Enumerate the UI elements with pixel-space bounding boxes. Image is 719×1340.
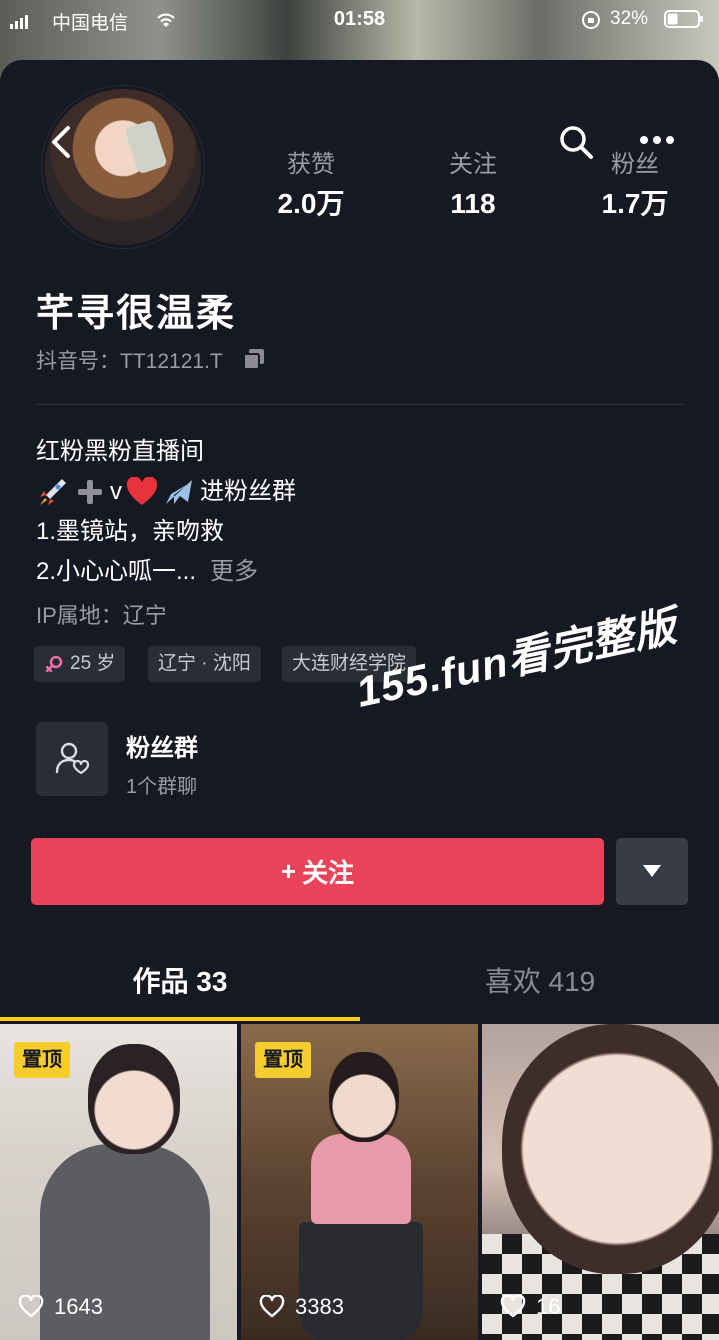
status-bar: 中国电信 01:58 32%	[0, 0, 719, 40]
profile-card: 获赞 2.0万 关注 118 粉丝 1.7万 芊寻很温柔 抖音号：TT12121…	[0, 60, 719, 1340]
bio-more-link[interactable]: 更多	[210, 558, 258, 585]
video-likes-count: 1643	[54, 1294, 103, 1319]
plus-icon	[78, 480, 102, 504]
bio-line: v 进粉丝群	[36, 472, 296, 512]
stat-likes[interactable]: 获赞 2.0万	[246, 148, 376, 226]
pinned-badge: 置顶	[255, 1042, 311, 1078]
back-icon[interactable]	[44, 122, 80, 162]
battery-percent: 32%	[610, 8, 649, 29]
video-thumbnail[interactable]: 置顶 1643	[0, 1024, 237, 1340]
stat-followers[interactable]: 粉丝 1.7万	[570, 148, 700, 226]
ip-location: IP属地：辽宁	[36, 603, 167, 628]
thumbnail-figure	[329, 1052, 399, 1142]
copy-icon[interactable]	[242, 347, 266, 371]
thumbnail-figure	[299, 1222, 423, 1340]
follow-label: 关注	[302, 858, 355, 888]
stat-label: 获赞	[287, 151, 335, 178]
fans-group-subtitle: 1个群聊	[126, 776, 198, 798]
stat-label: 关注	[449, 151, 497, 178]
thumbnail-figure	[311, 1134, 411, 1224]
tag-label: 25 岁	[70, 653, 116, 674]
bio-line: 红粉黑粉直播间	[36, 438, 204, 465]
video-likes-count: 16	[536, 1294, 561, 1319]
divider	[36, 404, 684, 405]
pinned-badge: 置顶	[14, 1042, 70, 1078]
watermark: 155.fun看完整版	[352, 601, 681, 716]
thumbnail-figure	[88, 1044, 180, 1154]
douyin-id: 抖音号：TT12121.T	[36, 350, 223, 373]
tag-location: 辽宁 · 沈阳	[148, 646, 261, 682]
fans-group-icon	[55, 742, 90, 775]
recommend-dropdown-button[interactable]	[616, 838, 688, 905]
battery-icon	[664, 10, 703, 28]
heart-outline-icon	[500, 1295, 526, 1318]
video-likes: 3383	[259, 1294, 344, 1320]
stat-label: 粉丝	[611, 151, 659, 178]
video-thumbnail[interactable]: 16	[482, 1024, 719, 1340]
bio-line: 1.墨镜站，亲吻救	[36, 518, 225, 545]
triangle-down-icon	[643, 865, 661, 877]
stat-following[interactable]: 关注 118	[408, 148, 538, 226]
bio-text: 2.小心心呱一...	[36, 558, 197, 585]
bio-line: 2.小心心呱一... 更多	[36, 552, 258, 592]
bio-text: v	[110, 478, 122, 505]
video-likes: 16	[500, 1294, 560, 1320]
heart-icon	[126, 477, 158, 505]
airplane-icon	[166, 480, 192, 504]
video-likes-count: 3383	[295, 1294, 344, 1319]
avatar[interactable]	[42, 86, 204, 248]
rotation-lock-icon	[582, 11, 600, 29]
fans-group-title[interactable]: 粉丝群	[126, 728, 198, 763]
heart-outline-icon	[259, 1295, 285, 1318]
stat-value: 2.0万	[277, 188, 345, 219]
tag-age: 25 岁	[34, 646, 126, 682]
video-likes: 1643	[18, 1294, 103, 1320]
plus-icon: +	[280, 856, 297, 886]
stat-value: 118	[450, 188, 496, 219]
tag-label: 辽宁 · 沈阳	[158, 653, 251, 674]
heart-outline-icon	[18, 1295, 44, 1318]
bio-text: 进粉丝群	[200, 478, 296, 505]
rocket-icon	[40, 479, 66, 505]
thumbnail-figure	[502, 1024, 719, 1274]
nickname: 芊寻很温柔	[36, 293, 237, 335]
stat-value: 1.7万	[601, 188, 669, 219]
tab-works[interactable]: 作品 33	[60, 960, 300, 1000]
fans-group-icon-tile[interactable]	[36, 722, 108, 796]
tab-likes[interactable]: 喜欢 419	[420, 960, 660, 1000]
follow-button[interactable]: + 关注	[31, 838, 604, 905]
video-thumbnail[interactable]: 置顶 3383	[241, 1024, 478, 1340]
more-icon[interactable]	[638, 130, 676, 150]
tab-indicator	[0, 1017, 360, 1021]
female-icon	[45, 655, 63, 673]
